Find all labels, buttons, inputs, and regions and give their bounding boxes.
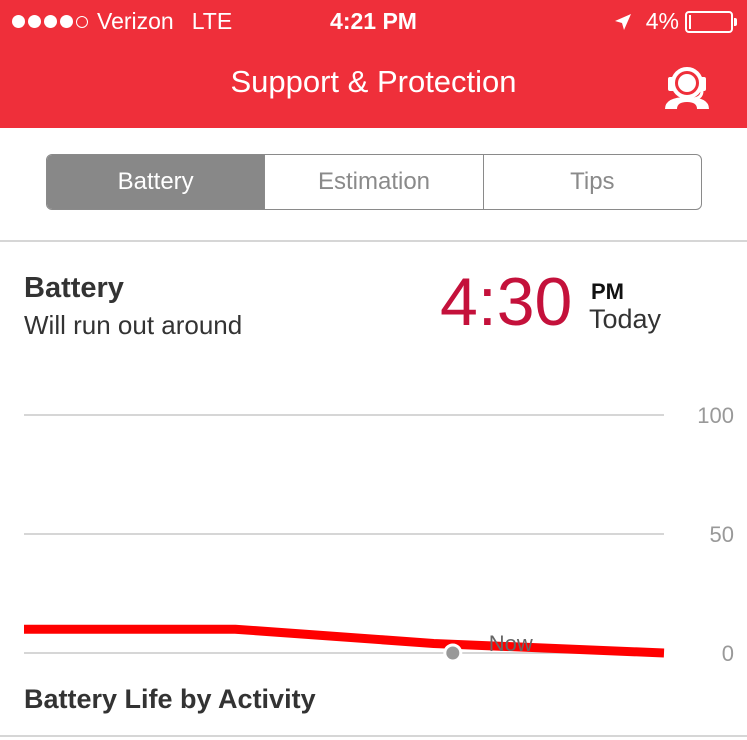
- divider: [0, 240, 747, 242]
- battery-chart: 100 50 0 Now: [0, 390, 747, 670]
- status-bar: Verizon LTE 4:21 PM 4%: [0, 0, 747, 42]
- page-title: Support & Protection: [230, 64, 517, 99]
- now-label: Now: [489, 631, 533, 656]
- y-tick-label: 0: [722, 641, 734, 666]
- tab-estimation[interactable]: Estimation: [264, 155, 482, 209]
- section-title: Battery Life by Activity: [24, 684, 316, 714]
- battery-tip: [734, 17, 737, 26]
- y-tick-label: 100: [697, 403, 734, 428]
- location-arrow-icon: [614, 13, 632, 31]
- battery-subtitle: Will run out around: [24, 310, 243, 340]
- runout-day: Today: [589, 304, 662, 334]
- tab-tips[interactable]: Tips: [482, 155, 701, 209]
- battery-title: Battery: [24, 272, 124, 304]
- battery-chart-svg: 100 50 0 Now: [24, 403, 734, 666]
- battery-icon: [685, 10, 733, 33]
- app-header: Verizon LTE 4:21 PM 4% Support & Protect…: [0, 0, 747, 128]
- battery-fill: [689, 14, 691, 29]
- battery-percent: 4%: [645, 8, 679, 34]
- runout-time: 4:30: [440, 264, 573, 340]
- now-marker: [443, 643, 463, 663]
- battery-line: [24, 624, 665, 658]
- status-right: 4%: [614, 8, 737, 35]
- runout-ampm: PM: [591, 279, 624, 304]
- tab-battery[interactable]: Battery: [47, 155, 265, 209]
- segmented-control: Battery Estimation Tips: [46, 154, 702, 210]
- divider: [0, 735, 747, 737]
- y-tick-label: 50: [710, 522, 734, 547]
- headset-support-icon[interactable]: [659, 62, 715, 110]
